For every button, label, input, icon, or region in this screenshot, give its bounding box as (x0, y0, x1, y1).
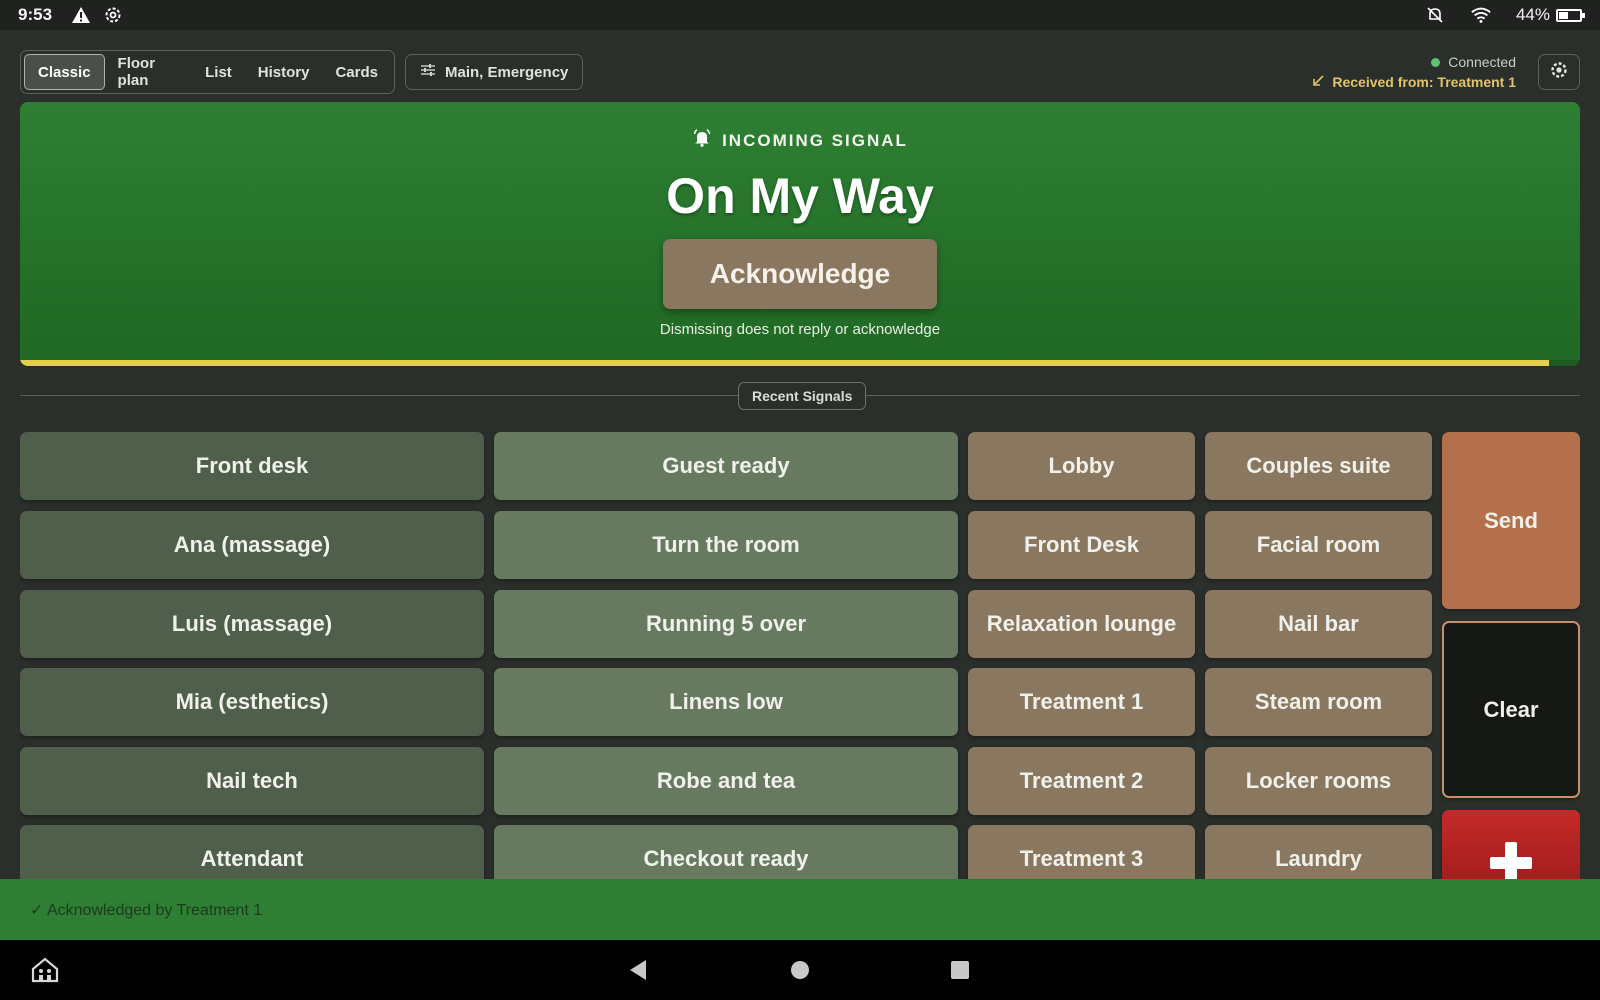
message-button[interactable]: Checkout ready (494, 825, 958, 879)
tab-history[interactable]: History (245, 54, 323, 90)
home-icon[interactable] (788, 958, 812, 982)
battery-icon (1556, 8, 1585, 22)
connection-status: Connected (1312, 52, 1516, 72)
location-button[interactable]: Laundry (1205, 825, 1432, 879)
recipient-button[interactable]: Ana (massage) (20, 511, 484, 579)
tab-floor-plan[interactable]: Floor plan (105, 54, 193, 90)
battery-percent: 44% (1515, 5, 1550, 24)
location-button[interactable]: Couples suite (1205, 432, 1432, 500)
location-button[interactable]: Facial room (1205, 511, 1432, 579)
tab-list[interactable]: List (192, 54, 245, 90)
location-button[interactable]: Treatment 2 (968, 747, 1195, 815)
message-button[interactable]: Robe and tea (494, 747, 958, 815)
recipient-button[interactable]: Luis (massage) (20, 590, 484, 658)
location-button[interactable]: Front Desk (968, 511, 1195, 579)
clear-button[interactable]: Clear (1442, 621, 1580, 798)
status-bar: 9:53 44% (0, 0, 1600, 30)
gear-icon (1549, 60, 1569, 85)
status-time: 9:53 (18, 5, 53, 24)
emergency-button[interactable] (1442, 810, 1580, 879)
signal-timeout-progress (20, 360, 1580, 366)
signal-headline: On My Way (666, 168, 934, 224)
recents-icon[interactable] (948, 958, 972, 982)
progress-fill (20, 360, 1549, 366)
recipient-button[interactable]: Mia (esthetics) (20, 668, 484, 736)
message-button[interactable]: Linens low (494, 668, 958, 736)
wifi-icon (1470, 4, 1492, 26)
dismiss-note: Dismissing does not reply or acknowledge (659, 321, 941, 338)
battery-indicator: 44% (1515, 5, 1585, 25)
location-button[interactable]: Treatment 3 (968, 825, 1195, 879)
recipient-button[interactable]: Nail tech (20, 747, 484, 815)
bell-ring-icon (692, 128, 712, 153)
message-button[interactable]: Turn the room (494, 511, 958, 579)
recent-signals-button[interactable]: Recent Signals (738, 382, 867, 410)
back-icon[interactable] (625, 958, 651, 982)
acknowledged-toast: ✓ Acknowledged by Treatment 1 (0, 879, 1600, 940)
send-button[interactable]: Send (1442, 432, 1580, 609)
settings-button[interactable] (1538, 54, 1580, 90)
incoming-signal-banner: INCOMING SIGNAL On My Way Acknowledge Di… (20, 102, 1580, 366)
system-nav-bar (0, 940, 1600, 1000)
channel-filter-label: Main, Emergency (445, 63, 569, 81)
incoming-signal-kicker: INCOMING SIGNAL (20, 128, 1580, 153)
connection-info: Connected Received from: Treatment 1 (1312, 52, 1516, 92)
arrow-down-left-icon (1312, 72, 1324, 92)
sliders-icon (420, 63, 436, 81)
kicker-label: INCOMING SIGNAL (722, 130, 908, 150)
message-button[interactable]: Running 5 over (494, 590, 958, 658)
connection-status-label: Connected (1448, 54, 1516, 70)
location-button[interactable]: Steam room (1205, 668, 1432, 736)
location-button[interactable]: Lobby (968, 432, 1195, 500)
channel-filter-button[interactable]: Main, Emergency (405, 54, 584, 90)
plus-icon (1486, 838, 1536, 879)
gear-icon (102, 4, 124, 26)
toolbar: Classic Floor plan List History Cards Ma… (20, 50, 1580, 94)
acknowledge-button[interactable]: Acknowledge (663, 239, 937, 309)
view-tabs: Classic Floor plan List History Cards (20, 50, 395, 94)
location-button[interactable]: Relaxation lounge (968, 590, 1195, 658)
signal-grid: Front desk Ana (massage) Luis (massage) … (20, 432, 1580, 879)
warning-icon (70, 4, 92, 26)
recipient-button[interactable]: Attendant (20, 825, 484, 879)
location-button[interactable]: Treatment 1 (968, 668, 1195, 736)
received-from-label: Received from: Treatment 1 (1332, 74, 1516, 90)
home-app-icon[interactable] (28, 955, 62, 985)
connected-dot-icon (1431, 57, 1441, 67)
recipient-button[interactable]: Front desk (20, 432, 484, 500)
message-button[interactable]: Guest ready (494, 432, 958, 500)
bell-off-icon (1424, 4, 1446, 26)
received-from: Received from: Treatment 1 (1312, 72, 1516, 92)
location-button[interactable]: Nail bar (1205, 590, 1432, 658)
tab-cards[interactable]: Cards (322, 54, 391, 90)
location-button[interactable]: Locker rooms (1205, 747, 1432, 815)
tab-classic[interactable]: Classic (24, 54, 105, 90)
